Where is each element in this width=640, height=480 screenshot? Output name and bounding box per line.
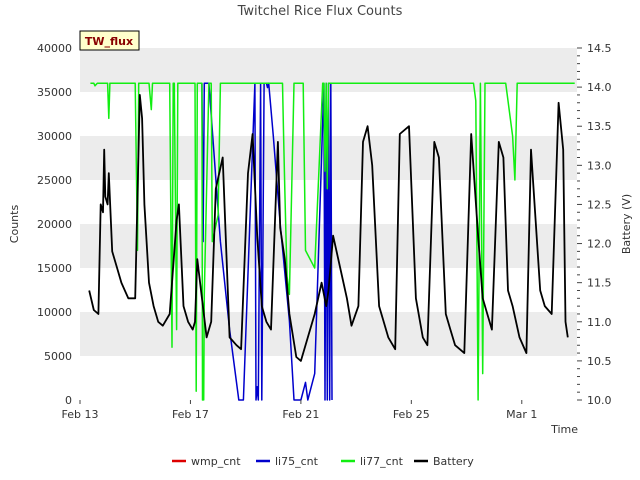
x-axis-label: Time bbox=[550, 423, 578, 436]
x-tick-label: Feb 13 bbox=[62, 408, 99, 421]
y2-tick-label: 13.0 bbox=[587, 159, 612, 172]
y-tick-label: 25000 bbox=[37, 174, 72, 187]
y-tick-label: 0 bbox=[65, 394, 72, 407]
legend: wmp_cnt li75_cnt li77_cnt Battery bbox=[172, 455, 474, 468]
legend-label: li75_cnt bbox=[275, 455, 319, 468]
y-tick-label: 10000 bbox=[37, 306, 72, 319]
y2-tick-label: 11.5 bbox=[587, 277, 612, 290]
tw-flux-badge: TW_flux bbox=[79, 30, 140, 51]
y-tick-label: 20000 bbox=[37, 218, 72, 231]
y-tick-label: 35000 bbox=[37, 86, 72, 99]
y-tick-label: 15000 bbox=[37, 262, 72, 275]
grid-band bbox=[80, 312, 577, 356]
y-axis: 0 5000 10000 15000 20000 25000 30000 35000 40000 bbox=[37, 42, 72, 407]
legend-label: Battery bbox=[433, 455, 474, 468]
x-axis: Feb 13 Feb 17 Feb 21 Feb 25 Mar 1 bbox=[62, 400, 537, 421]
chart: Twitchel Rice Flux Counts Feb 13 Feb 17 Fe… bbox=[8, 4, 633, 468]
y2-tick-label: 13.5 bbox=[587, 120, 612, 133]
y-tick-label: 40000 bbox=[37, 42, 72, 55]
x-tick-label: Feb 17 bbox=[172, 408, 209, 421]
y-tick-label: 30000 bbox=[37, 130, 72, 143]
y2-tick-label: 14.5 bbox=[587, 42, 612, 55]
y2-tick-label: 11.0 bbox=[587, 316, 612, 329]
y2-tick-label: 12.5 bbox=[587, 198, 612, 211]
x-tick-label: Mar 1 bbox=[506, 408, 537, 421]
y2-tick-label: 12.0 bbox=[587, 238, 612, 251]
y-axis-label: Counts bbox=[8, 205, 21, 244]
chart-title: Twitchel Rice Flux Counts bbox=[237, 4, 403, 19]
legend-label: li77_cnt bbox=[360, 455, 404, 468]
y-tick-label: 5000 bbox=[44, 350, 72, 363]
y2-tick-label: 14.0 bbox=[587, 81, 612, 94]
x-tick-label: Feb 21 bbox=[282, 408, 319, 421]
x-tick-label: Feb 25 bbox=[393, 408, 430, 421]
y2-axis: 10.0 10.5 11.0 11.5 12.0 12.5 13.0 13.5 14.0 14.5 bbox=[577, 42, 612, 407]
legend-label: wmp_cnt bbox=[191, 455, 241, 468]
y2-tick-label: 10.0 bbox=[587, 394, 612, 407]
plot-area bbox=[80, 48, 577, 401]
y2-axis-label: Battery (V) bbox=[620, 194, 633, 254]
badge-label: TW_flux bbox=[85, 35, 133, 48]
y2-tick-label: 10.5 bbox=[587, 355, 612, 368]
